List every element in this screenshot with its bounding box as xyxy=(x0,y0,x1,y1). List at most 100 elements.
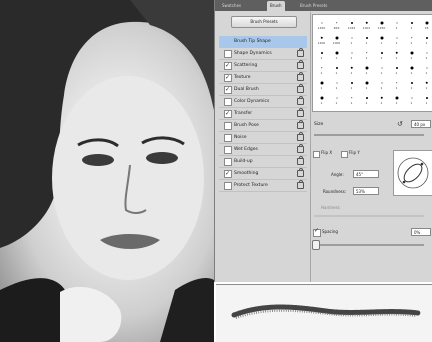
brush-tip-grid[interactable]: 1450 826 1032 1001 1250 1 1 18 1400 1000 1 1 1 1 1 1 1 1 1… xyxy=(312,14,432,112)
option-checkbox[interactable] xyxy=(224,72,232,83)
brush-preset-cell[interactable]: 1 xyxy=(375,32,388,45)
brush-preset-cell[interactable]: 1 xyxy=(375,62,388,75)
option-scattering[interactable]: Scattering xyxy=(219,60,307,72)
brush-preset-cell[interactable]: 1 xyxy=(315,92,328,105)
brush-preset-cell[interactable]: 1 xyxy=(345,62,358,75)
brush-preset-cell[interactable]: 1 xyxy=(405,92,418,105)
brush-preset-cell[interactable]: 1 xyxy=(420,77,432,90)
brush-preset-cell[interactable]: 1 xyxy=(360,32,373,45)
spacing-slider-knob[interactable] xyxy=(312,240,320,250)
brush-preset-cell[interactable]: 1 xyxy=(345,92,358,105)
size-field[interactable]: 40 px xyxy=(411,120,431,128)
photo-canvas[interactable] xyxy=(0,0,214,342)
option-color-dynamics[interactable]: Color Dynamics xyxy=(219,96,307,108)
brush-preset-cell[interactable]: 1 xyxy=(405,17,418,30)
option-texture[interactable]: Texture xyxy=(219,72,307,84)
brush-preset-cell[interactable]: 18 xyxy=(420,17,432,30)
option-checkbox[interactable] xyxy=(224,146,232,154)
brush-preset-cell[interactable]: 1 xyxy=(345,47,358,60)
brush-preset-cell[interactable]: 1001 xyxy=(360,17,373,30)
option-checkbox[interactable] xyxy=(224,98,232,106)
lock-icon[interactable] xyxy=(297,96,304,105)
spacing-field[interactable]: 0% xyxy=(411,228,431,236)
brush-preset-cell[interactable]: 1 xyxy=(360,62,373,75)
brush-preset-cell[interactable]: 1 xyxy=(405,62,418,75)
option-noise[interactable]: Noise xyxy=(219,132,307,144)
brush-preset-cell[interactable]: 1 xyxy=(330,47,343,60)
brush-presets-button[interactable]: Brush Presets xyxy=(231,16,297,28)
option-checkbox[interactable] xyxy=(224,122,232,130)
brush-preset-cell[interactable]: 1 xyxy=(345,32,358,45)
brush-preset-cell[interactable]: 1 xyxy=(390,17,403,30)
brush-preset-cell[interactable]: 1 xyxy=(405,32,418,45)
brush-preset-cell[interactable]: 1 xyxy=(390,92,403,105)
brush-preset-cell[interactable]: 1 xyxy=(360,77,373,90)
brush-preset-cell[interactable]: 1 xyxy=(330,77,343,90)
option-checkbox[interactable] xyxy=(224,108,232,119)
option-protect-texture[interactable]: Protect Texture xyxy=(219,180,307,192)
option-wet-edges[interactable]: Wet Edges xyxy=(219,144,307,156)
spacing-checkbox[interactable] xyxy=(313,227,321,237)
brush-preset-cell[interactable]: 1 xyxy=(405,47,418,60)
angle-field[interactable]: 45° xyxy=(353,170,379,178)
brush-preset-cell[interactable]: 1 xyxy=(390,62,403,75)
brush-preset-cell[interactable]: 1 xyxy=(375,92,388,105)
reset-icon[interactable]: ↺ xyxy=(397,120,403,128)
brush-preset-cell[interactable]: 1250 xyxy=(375,17,388,30)
brush-preset-cell[interactable]: 1 xyxy=(315,77,328,90)
brush-preset-cell[interactable]: 1032 xyxy=(345,17,358,30)
brush-preset-cell[interactable]: 1000 xyxy=(330,32,343,45)
flip-y-checkbox[interactable] xyxy=(341,151,348,158)
brush-preset-cell[interactable]: 1 xyxy=(420,62,432,75)
tab-brush-presets[interactable]: Brush Presets xyxy=(297,1,330,11)
spacing-slider[interactable] xyxy=(314,244,424,246)
brush-preset-cell[interactable]: 1 xyxy=(360,47,373,60)
option-build-up[interactable]: Build-up xyxy=(219,156,307,168)
option-brush-pose[interactable]: Brush Pose xyxy=(219,120,307,132)
brush-preset-cell[interactable]: 1 xyxy=(405,77,418,90)
brush-preset-cell[interactable]: 1 xyxy=(330,92,343,105)
brush-preset-cell[interactable]: 1 xyxy=(420,47,432,60)
flip-x-checkbox[interactable] xyxy=(313,151,320,158)
brush-preset-cell[interactable]: 826 xyxy=(330,17,343,30)
brush-preset-cell[interactable]: 1 xyxy=(420,32,432,45)
brush-preset-cell[interactable]: 1 xyxy=(345,77,358,90)
roundness-field[interactable]: 53% xyxy=(353,187,379,195)
lock-icon[interactable] xyxy=(297,180,304,189)
option-smoothing[interactable]: Smoothing xyxy=(219,168,307,180)
lock-icon[interactable] xyxy=(297,48,304,57)
tab-brush[interactable]: Brush xyxy=(267,1,285,11)
lock-icon[interactable] xyxy=(297,156,304,165)
brush-preset-cell[interactable]: 1 xyxy=(390,32,403,45)
option-checkbox[interactable] xyxy=(224,134,232,142)
option-transfer[interactable]: Transfer xyxy=(219,108,307,120)
brush-preset-cell[interactable]: 1 xyxy=(375,47,388,60)
brush-preset-cell[interactable]: 1 xyxy=(360,92,373,105)
lock-icon[interactable] xyxy=(297,72,304,81)
lock-icon[interactable] xyxy=(297,108,304,117)
lock-icon[interactable] xyxy=(297,84,304,93)
option-checkbox[interactable] xyxy=(224,50,232,58)
option-brush-tip-shape[interactable]: Brush Tip Shape xyxy=(219,36,307,48)
brush-preset-cell[interactable]: 1 xyxy=(375,77,388,90)
option-checkbox[interactable] xyxy=(224,168,232,179)
brush-preset-cell[interactable]: 1400 xyxy=(315,32,328,45)
lock-icon[interactable] xyxy=(297,132,304,141)
option-checkbox[interactable] xyxy=(224,182,232,190)
option-checkbox[interactable] xyxy=(224,84,232,95)
option-checkbox[interactable] xyxy=(224,60,232,71)
brush-preset-cell[interactable]: 1 xyxy=(420,92,432,105)
brush-preset-cell[interactable]: 1 xyxy=(390,47,403,60)
lock-icon[interactable] xyxy=(297,168,304,177)
brush-preset-cell[interactable]: 1 xyxy=(390,77,403,90)
brush-tip-preview[interactable] xyxy=(393,150,432,196)
option-shape-dynamics[interactable]: Shape Dynamics xyxy=(219,48,307,60)
tab-swatches[interactable]: Swatches xyxy=(219,1,244,11)
brush-preset-cell[interactable]: 1450 xyxy=(315,17,328,30)
option-dual-brush[interactable]: Dual Brush xyxy=(219,84,307,96)
brush-preset-cell[interactable]: 1 xyxy=(315,62,328,75)
lock-icon[interactable] xyxy=(297,144,304,153)
option-checkbox[interactable] xyxy=(224,158,232,166)
size-slider[interactable] xyxy=(314,134,424,136)
brush-preset-cell[interactable]: 1 xyxy=(315,47,328,60)
